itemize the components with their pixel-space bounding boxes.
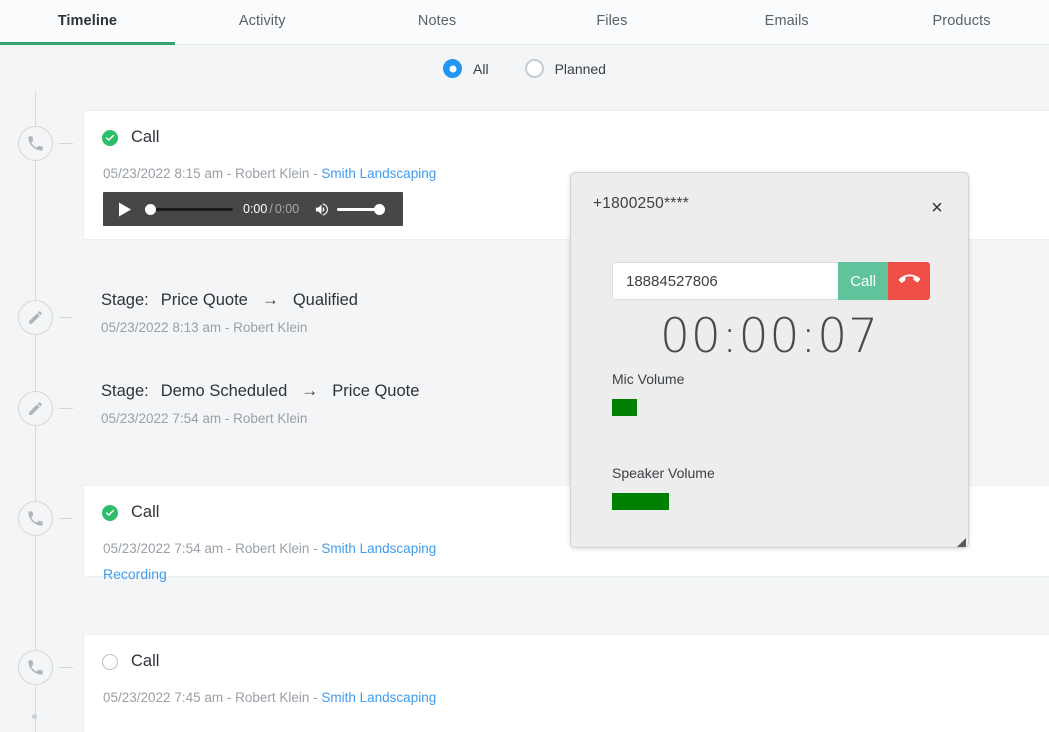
status-completed-icon [102, 504, 118, 521]
radio-planned-label: Planned [554, 60, 606, 77]
crm-timeline-screen: Timeline Activity Notes Files Emails Pro… [0, 0, 1049, 732]
tab-products[interactable]: Products [874, 0, 1049, 44]
radio-all-icon [443, 59, 463, 78]
pencil-icon [18, 391, 53, 426]
current-time: 0:00 [243, 202, 268, 216]
call-card[interactable]: Call 05/23/2022 7:45 am - Robert Klein -… [83, 634, 1049, 732]
call-meta: 05/23/2022 7:45 am - Robert Klein - Smit… [103, 688, 436, 708]
stage-change-title: Stage: Demo Scheduled → Price Quote [101, 381, 419, 401]
timeline-connector [59, 317, 73, 318]
stage-from: Price Quote [160, 290, 248, 309]
call-title: Call [131, 503, 160, 521]
seek-track [150, 207, 233, 211]
phone-number-input[interactable] [612, 262, 838, 300]
dialer-modal[interactable]: +1800250**** × Call 00:00:07 Mic Volume … [570, 172, 969, 548]
account-link[interactable]: Smith Landscaping [321, 690, 436, 705]
tab-label: Emails [764, 13, 809, 29]
phone-icon [18, 650, 53, 685]
stage-to: Price Quote [332, 381, 420, 400]
audio-time-display: 0:00/0:00 [243, 202, 299, 216]
seek-knob[interactable] [145, 203, 156, 215]
arrow-right-icon: → [301, 381, 319, 400]
phone-icon [18, 501, 53, 536]
status-completed-icon [102, 129, 118, 146]
time-separator: / [269, 202, 273, 216]
tab-label: Files [596, 13, 628, 29]
mic-volume-label: Mic Volume [612, 371, 685, 387]
radio-option-planned[interactable]: Planned [524, 59, 606, 78]
arrow-right-icon: → [261, 290, 279, 309]
phone-hangup-icon [898, 269, 920, 293]
tab-label: Products [932, 13, 991, 29]
status-pending-icon [102, 653, 118, 670]
dialer-caller-id: +1800250**** [593, 195, 689, 212]
dialer-header[interactable]: +1800250**** [571, 173, 968, 235]
timeline-end-dot [32, 714, 37, 719]
tab-files[interactable]: Files [524, 0, 699, 44]
tab-label: Activity [238, 13, 286, 29]
call-meta-text: 05/23/2022 7:54 am - Robert Klein - [103, 541, 322, 556]
dialer-input-row: Call [612, 262, 930, 300]
volume-knob[interactable] [374, 203, 386, 215]
timeline-filter-radio-group: All Planned [443, 59, 606, 78]
radio-option-all[interactable]: All [443, 59, 489, 78]
pencil-icon [18, 300, 53, 335]
call-timer: 00:00:07 [659, 309, 880, 364]
tab-emails[interactable]: Emails [699, 0, 874, 44]
duration-time: 0:00 [274, 202, 300, 216]
tab-bar: Timeline Activity Notes Files Emails Pro… [0, 0, 1049, 45]
call-title-row: Call [102, 503, 159, 522]
tab-label: Timeline [57, 13, 118, 29]
call-meta-text: 05/23/2022 7:45 am - Robert Klein - [103, 690, 322, 705]
timeline-connector [59, 667, 73, 668]
close-icon[interactable]: × [926, 197, 948, 219]
timeline-connector [59, 518, 73, 519]
stage-change-title: Stage: Price Quote → Qualified [101, 290, 358, 310]
call-title: Call [131, 128, 160, 146]
stage-from: Demo Scheduled [160, 381, 288, 400]
stage-meta: 05/23/2022 8:13 am - Robert Klein [101, 320, 308, 335]
filter-bar: All Planned [0, 45, 1049, 92]
speaker-volume-label: Speaker Volume [612, 465, 715, 481]
volume-slider[interactable] [337, 198, 386, 220]
timeline-connector [59, 143, 73, 144]
tab-notes[interactable]: Notes [350, 0, 525, 44]
call-meta: 05/23/2022 7:54 am - Robert Klein - Smit… [103, 539, 436, 559]
recording-link-row: Recording [103, 566, 167, 584]
timeline-connector [59, 408, 73, 409]
stage-meta: 05/23/2022 7:54 am - Robert Klein [101, 411, 308, 426]
call-meta-text: 05/23/2022 8:15 am - Robert Klein - [103, 166, 322, 181]
account-link[interactable]: Smith Landscaping [321, 541, 436, 556]
resize-handle-icon[interactable] [955, 534, 966, 547]
seek-slider[interactable] [145, 197, 233, 221]
audio-player[interactable]: 0:00/0:00 [103, 192, 403, 226]
radio-planned-icon [524, 59, 544, 78]
call-meta: 05/23/2022 8:15 am - Robert Klein - Smit… [103, 164, 436, 184]
tab-label: Notes [417, 13, 457, 29]
stage-key-label: Stage: [101, 290, 149, 309]
call-title-row: Call [102, 128, 159, 147]
mic-volume-meter [612, 399, 637, 416]
account-link[interactable]: Smith Landscaping [321, 166, 436, 181]
call-title-row: Call [102, 652, 159, 671]
play-icon[interactable] [113, 197, 137, 221]
speaker-volume-meter [612, 493, 669, 510]
stage-to: Qualified [292, 290, 358, 309]
stage-key-label: Stage: [101, 381, 149, 400]
phone-icon [18, 126, 53, 161]
call-button[interactable]: Call [838, 262, 889, 300]
radio-all-label: All [473, 60, 489, 77]
call-title: Call [131, 652, 160, 670]
recording-link[interactable]: Recording [103, 566, 167, 582]
volume-icon[interactable] [311, 199, 331, 219]
tab-timeline[interactable]: Timeline [0, 0, 175, 45]
hangup-button[interactable] [888, 262, 930, 300]
tab-activity[interactable]: Activity [175, 0, 350, 44]
